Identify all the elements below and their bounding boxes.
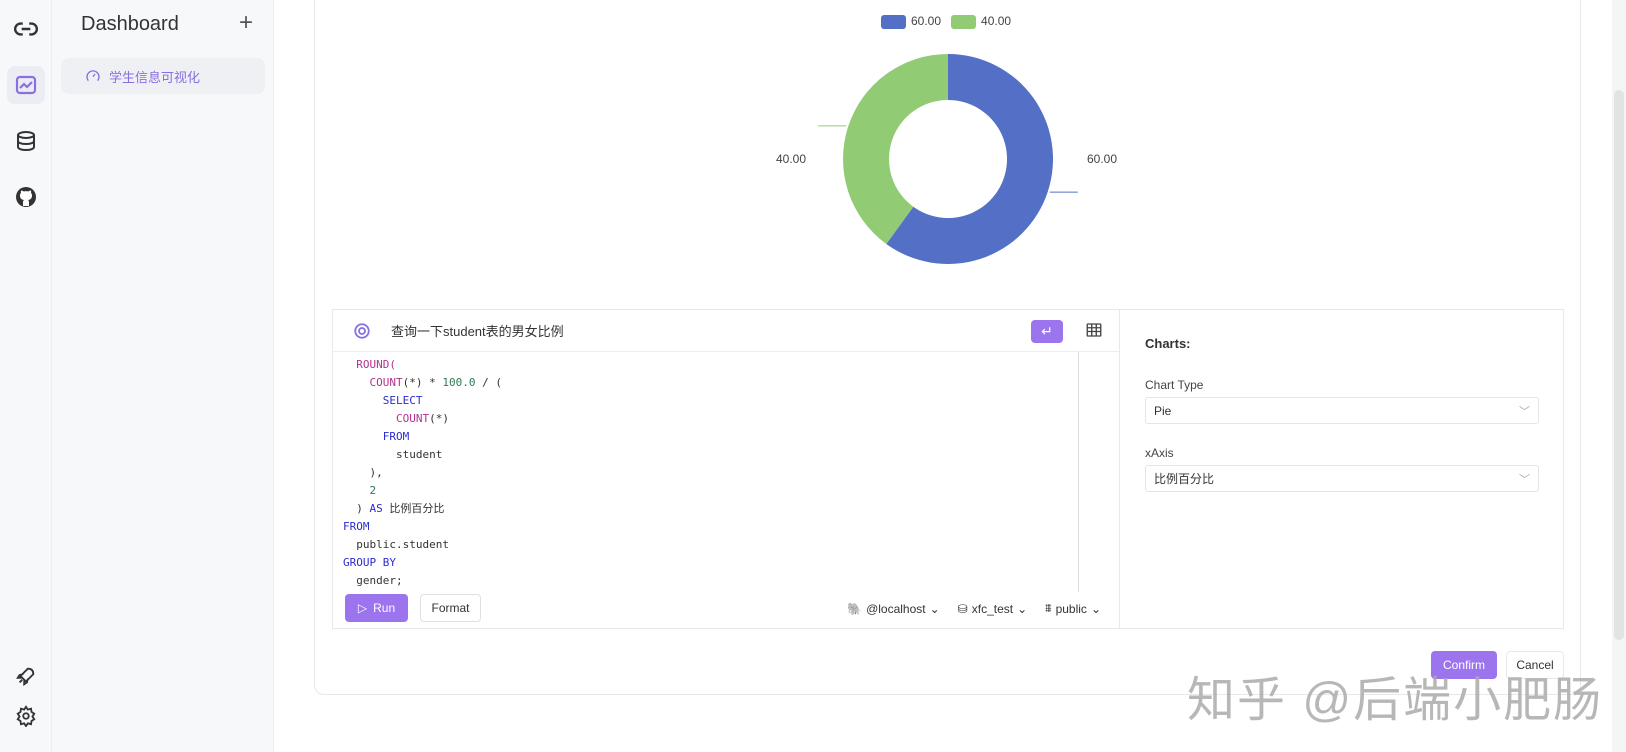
code-line: COUNT(*) * 100.0 / ( [343, 376, 502, 389]
code-line: FROM [343, 430, 410, 443]
chevron-down-icon: ﹀ [1519, 474, 1530, 486]
slice-label: 40.00 [776, 152, 807, 166]
prompt-input[interactable]: 查询一下student表的男女比例 [391, 321, 564, 340]
sql-editor[interactable]: ROUND( COUNT(*) * 100.0 / ( SELECT COUNT… [343, 356, 502, 590]
run-button[interactable]: ▷ Run [345, 594, 408, 622]
slice-label: 60.00 [1087, 152, 1118, 166]
code-line: ) AS 比例百分比 [343, 502, 445, 515]
code-line: GROUP BY [343, 556, 396, 569]
donut-chart [818, 54, 1078, 264]
cancel-button[interactable]: Cancel [1506, 651, 1564, 679]
query-panel: 查询一下student表的男女比例 ↵ ROUND( COUNT(*) * 10… [332, 309, 1120, 629]
confirm-button[interactable]: Confirm [1431, 651, 1497, 679]
chart-type-select[interactable]: Pie ﹀ [1145, 397, 1539, 424]
code-line: ), [343, 466, 383, 479]
code-line: FROM [343, 520, 370, 533]
schema-icon: ⩩ [1045, 601, 1052, 615]
code-line: student [343, 448, 443, 461]
submit-prompt-button[interactable]: ↵ [1031, 320, 1063, 343]
xaxis-select[interactable]: 比例百分比 ﹀ [1145, 465, 1539, 492]
host-select[interactable]: 🐘 @localhost ⌄ [847, 601, 940, 616]
editor-scrollbar[interactable] [1078, 352, 1079, 592]
page-scrollbar[interactable] [1612, 0, 1626, 752]
code-line: 2 [343, 484, 377, 497]
charts-title: Charts: [1145, 336, 1191, 351]
schema-select[interactable]: ⩩ public ⌄ [1045, 601, 1101, 616]
postgres-icon: 🐘 [847, 601, 863, 616]
ai-icon [354, 322, 370, 339]
database-icon: ⛁ [957, 601, 968, 616]
format-button[interactable]: Format [420, 594, 481, 622]
rocket-icon[interactable] [7, 657, 45, 695]
code-line: ROUND( [343, 358, 396, 371]
play-icon: ▷ [357, 601, 368, 615]
chevron-down-icon: ﹀ [1519, 406, 1530, 418]
charts-panel: Charts: Chart Type Pie ﹀ xAxis 比例百分比 ﹀ [1120, 309, 1564, 629]
code-line: public.student [343, 538, 449, 551]
enter-icon: ↵ [1041, 323, 1053, 339]
code-line: SELECT [343, 394, 423, 407]
code-line: COUNT(*) [343, 412, 449, 425]
database-select[interactable]: ⛁ xfc_test ⌄ [958, 601, 1027, 616]
xaxis-label: xAxis [1145, 446, 1174, 460]
pie-slice[interactable] [843, 54, 948, 244]
table-icon[interactable] [1085, 321, 1103, 339]
gear-icon[interactable] [7, 697, 45, 735]
chart-type-label: Chart Type [1145, 378, 1204, 392]
code-line: gender; [343, 574, 403, 587]
